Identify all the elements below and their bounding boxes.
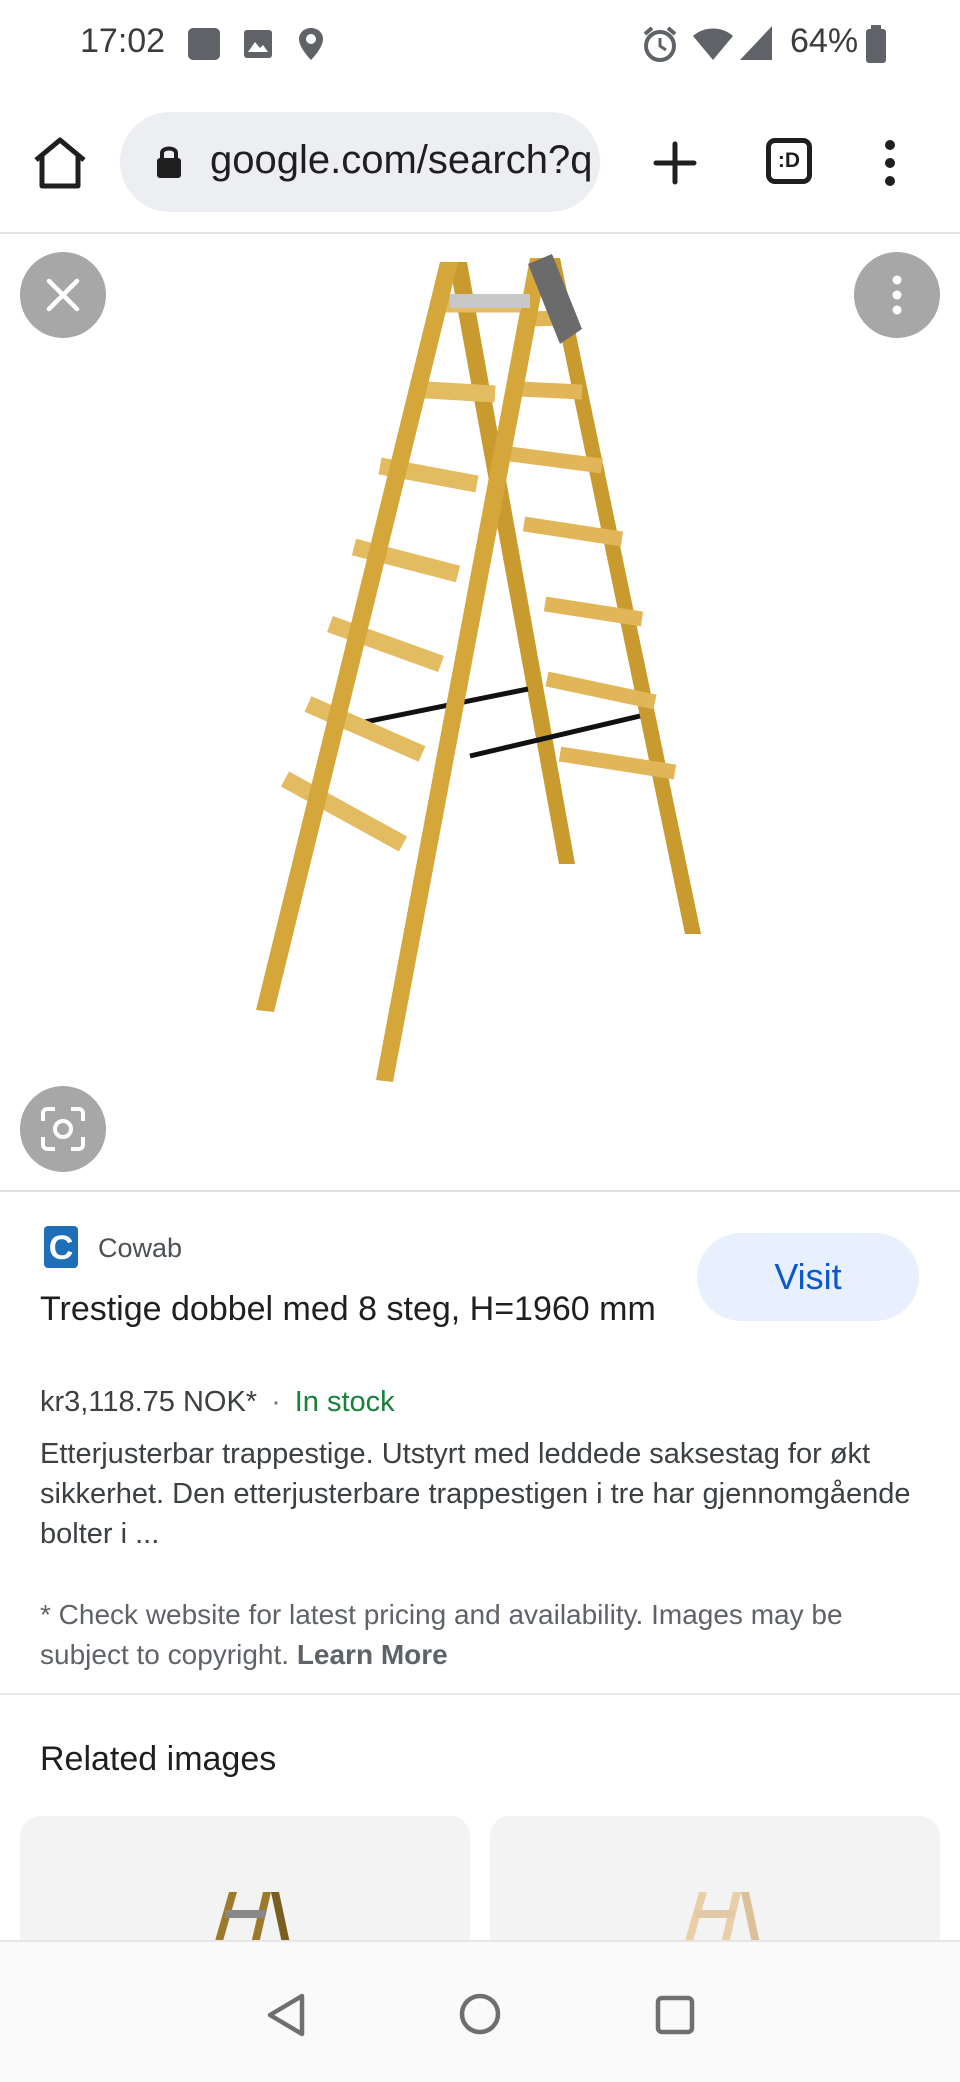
more-vert-icon <box>892 275 902 315</box>
location-icon <box>299 28 323 60</box>
home-icon[interactable] <box>30 136 90 190</box>
price-line: kr3,118.75 NOK* · In stock <box>40 1386 395 1419</box>
status-time: 17:02 <box>80 22 166 60</box>
recents-nav-icon[interactable] <box>654 1994 696 2036</box>
more-menu-icon[interactable] <box>870 138 910 188</box>
tab-switcher-label: :D <box>777 149 801 172</box>
tab-switcher-button[interactable]: :D <box>766 138 812 184</box>
separator-dot: · <box>271 1386 281 1418</box>
close-icon <box>46 278 80 312</box>
url-text[interactable]: google.com/search?q <box>210 138 595 183</box>
battery-icon <box>866 25 886 63</box>
signal-icon <box>740 26 772 60</box>
home-nav-icon[interactable] <box>458 1992 502 2036</box>
image-options-button[interactable] <box>854 252 940 338</box>
wifi-icon <box>693 28 733 60</box>
price: kr3,118.75 NOK* <box>40 1386 258 1418</box>
visit-button[interactable]: Visit <box>697 1233 919 1321</box>
close-viewer-button[interactable] <box>20 252 106 338</box>
product-description: Etterjusterbar trappestige. Utstyrt med … <box>40 1438 911 1550</box>
learn-more-link[interactable]: Learn More <box>297 1639 448 1670</box>
system-nav-bar <box>0 1940 960 2082</box>
new-tab-icon[interactable] <box>652 140 698 186</box>
cowab-logo-letter: C <box>49 1229 74 1267</box>
cowab-logo-icon: C <box>44 1226 78 1268</box>
source-name[interactable]: Cowab <box>98 1233 182 1264</box>
battery-percent: 64% <box>790 22 859 60</box>
image-viewer <box>0 234 960 1192</box>
lens-icon <box>41 1107 85 1151</box>
related-images-heading: Related images <box>40 1740 277 1778</box>
status-bar: 17:02 64% <box>0 0 960 92</box>
lock-icon <box>157 146 181 178</box>
cowab-logo: C <box>42 1224 82 1270</box>
disclaimer: * Check website for latest pricing and a… <box>40 1595 920 1675</box>
lens-search-button[interactable] <box>20 1086 106 1172</box>
image-icon <box>244 30 272 58</box>
back-nav-icon[interactable] <box>264 1992 308 2038</box>
section-divider <box>0 1693 960 1695</box>
alarm-icon <box>643 26 677 62</box>
app-notification-icon <box>188 28 220 60</box>
ladder-product-image <box>256 254 701 1082</box>
stock-status: In stock <box>294 1386 395 1418</box>
product-title[interactable]: Trestige dobbel med 8 steg, H=1960 mm <box>40 1284 680 1334</box>
